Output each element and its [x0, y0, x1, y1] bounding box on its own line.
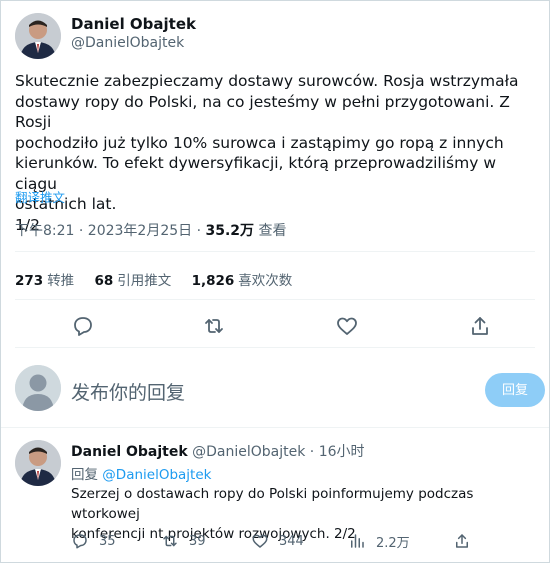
reply-time[interactable]: · 16小时	[310, 444, 365, 460]
retweet-icon	[163, 535, 177, 547]
replying-to-handle[interactable]: @DanielObajtek	[102, 467, 211, 483]
reply-views-count: 2.2万	[376, 535, 410, 551]
like-icon[interactable]	[335, 314, 359, 338]
retweet-icon[interactable]	[202, 314, 226, 338]
reply-views[interactable]: 2.2万	[348, 531, 410, 551]
tweet-line: ostatnich lat.	[15, 195, 117, 213]
replying-to-prefix: 回复	[71, 467, 103, 483]
tweet-meta: 下午8:21 · 2023年2月25日 · 35.2万 查看	[15, 220, 287, 240]
reply-header: Daniel Obajtek @DanielObajtek · 16小时	[71, 441, 365, 461]
divider	[15, 251, 535, 252]
reply-icon[interactable]	[71, 314, 95, 338]
views-icon	[351, 534, 364, 548]
reply-author-name[interactable]: Daniel Obajtek	[71, 444, 188, 460]
quotes-count: 68	[94, 273, 114, 289]
quotes-stat[interactable]: 68 引用推文	[94, 273, 171, 289]
tweet-card: Daniel Obajtek @DanielObajtek Skutecznie…	[0, 0, 550, 563]
reply-retweets-count: 39	[189, 533, 206, 549]
tweet-stats: 273 转推 68 引用推文 1,826 喜欢次数	[15, 269, 308, 289]
likes-stat[interactable]: 1,826 喜欢次数	[192, 273, 293, 289]
tweet-line: dostawy ropy do Polski, na co jesteśmy w…	[15, 92, 510, 132]
author-name[interactable]: Daniel Obajtek	[71, 15, 196, 33]
retweets-stat[interactable]: 273 转推	[15, 273, 74, 289]
replying-to: 回复 @DanielObajtek	[71, 463, 211, 483]
tweet-line: Skutecznie zabezpieczamy dostawy surowcó…	[15, 72, 519, 90]
retweets-label: 转推	[47, 273, 75, 289]
like-icon	[252, 534, 268, 548]
user-avatar	[15, 365, 61, 411]
tweet-time[interactable]: 下午8:21 · 2023年2月25日 ·	[15, 223, 206, 239]
divider	[1, 427, 549, 428]
retweets-count: 273	[15, 273, 44, 289]
reply-button[interactable]: 回复	[485, 373, 545, 407]
share-icon	[456, 534, 468, 548]
translate-link[interactable]: 翻译推文	[15, 187, 65, 206]
reply-input[interactable]: 发布你的回复	[71, 378, 185, 405]
views-label: 查看	[254, 223, 287, 239]
likes-label: 喜欢次数	[238, 273, 293, 289]
divider	[15, 299, 535, 300]
reply-retweets[interactable]: 39	[161, 531, 206, 551]
tweet-line: kierunków. To efekt dywersyfikacji, któr…	[15, 154, 496, 193]
share-icon[interactable]	[468, 314, 492, 338]
quotes-label: 引用推文	[117, 273, 172, 289]
reply-author-avatar[interactable]	[15, 440, 61, 486]
reply-share[interactable]	[453, 531, 481, 551]
reply-icon	[73, 534, 87, 549]
divider	[15, 347, 535, 348]
author-avatar[interactable]	[15, 13, 61, 59]
reply-replies[interactable]: 35	[71, 531, 116, 551]
author-handle[interactable]: @DanielObajtek	[71, 35, 184, 51]
reply-likes[interactable]: 344	[251, 531, 304, 551]
reply-replies-count: 35	[99, 533, 116, 549]
reply-line: Szerzej o dostawach ropy do Polski poinf…	[71, 486, 474, 522]
likes-count: 1,826	[191, 273, 235, 289]
views-count: 35.2万	[205, 223, 255, 239]
tweet-text: Skutecznie zabezpieczamy dostawy surowcó…	[15, 71, 525, 235]
tweet-line: pochodziło już tylko 10% surowca i zastą…	[15, 133, 504, 152]
reply-likes-count: 344	[279, 533, 304, 549]
reply-author-handle[interactable]: @DanielObajtek	[192, 444, 305, 460]
